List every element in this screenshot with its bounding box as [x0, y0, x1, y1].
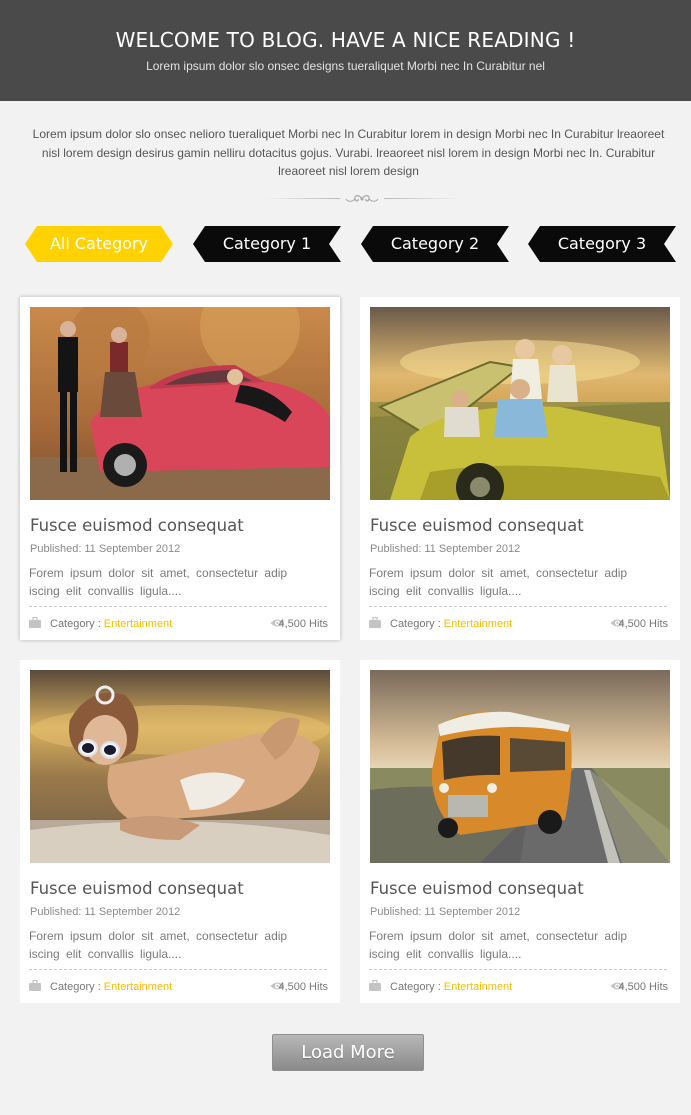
- post-title[interactable]: Fusce euismod consequat: [30, 516, 244, 535]
- excerpt-line: iscing elit convallis ligula....: [29, 947, 182, 961]
- load-more-button[interactable]: Load More: [272, 1034, 424, 1071]
- woman-sunglasses-photo: [30, 670, 330, 863]
- dashed-divider: [29, 606, 327, 607]
- convertible-friends-photo: [370, 307, 670, 500]
- category-label: Category :: [390, 618, 441, 630]
- post-category: Category : Entertainment: [50, 618, 172, 630]
- post-excerpt: Forem ipsum dolor sit amet, consectetur …: [369, 927, 651, 963]
- post-excerpt: Forem ipsum dolor sit amet, consectetur …: [369, 564, 651, 600]
- post-title[interactable]: Fusce euismod consequat: [370, 879, 584, 898]
- intro-line: lreaoreet nisl lorem design: [278, 164, 419, 178]
- post-title[interactable]: Fusce euismod consequat: [30, 879, 244, 898]
- post-hits: 4,500 Hits: [278, 618, 328, 630]
- intro-line: Lorem ipsum dolor slo onsec nelioro tuer…: [32, 127, 665, 141]
- divider-line-left: [264, 198, 340, 199]
- category-label: Category :: [50, 618, 101, 630]
- ornament-divider: [262, 192, 462, 206]
- excerpt-line: iscing elit convallis ligula....: [369, 584, 522, 598]
- excerpt-line: Forem ipsum dolor sit amet, consectetur …: [29, 566, 288, 580]
- post-card[interactable]: Fusce euismod consequat Published: 11 Sep…: [20, 297, 340, 640]
- post-excerpt: Forem ipsum dolor sit amet, consectetur …: [29, 927, 311, 963]
- published-date: 11 September 2012: [84, 543, 181, 555]
- post-image[interactable]: [30, 670, 330, 863]
- post-published: Published: 11 September 2012: [370, 543, 520, 555]
- intro-line: nisl lorem design desirus gamin nelliru …: [41, 145, 656, 160]
- category-tab-all[interactable]: All Category: [25, 226, 173, 262]
- post-category: Category : Entertainment: [390, 618, 512, 630]
- post-published: Published: 11 September 2012: [370, 906, 520, 918]
- published-date: 11 September 2012: [84, 906, 181, 918]
- excerpt-line: Forem ipsum dolor sit amet, consectetur …: [369, 566, 628, 580]
- briefcase-icon: [29, 980, 41, 991]
- category-tab-3[interactable]: Category 3: [528, 226, 676, 262]
- published-label: Published:: [30, 906, 82, 918]
- post-hits: 4,500 Hits: [618, 981, 668, 993]
- post-meta: Category : Entertainment 4,500 Hits: [369, 980, 668, 994]
- briefcase-icon: [29, 617, 41, 628]
- page-subtitle: Lorem ipsum dolor slo onsec designs tuer…: [146, 59, 545, 73]
- post-card[interactable]: Fusce euismod consequat Published: 11 Sep…: [20, 660, 340, 1003]
- post-hits: 4,500 Hits: [618, 618, 668, 630]
- excerpt-line: iscing elit convallis ligula....: [369, 947, 522, 961]
- vintage-car-photo: [30, 307, 330, 500]
- excerpt-line: Forem ipsum dolor sit amet, consectetur …: [29, 929, 288, 943]
- post-image[interactable]: [370, 307, 670, 500]
- bus-on-road-photo: [370, 670, 670, 863]
- dashed-divider: [369, 969, 667, 970]
- published-label: Published:: [30, 543, 82, 555]
- category-link[interactable]: Entertainment: [104, 981, 172, 993]
- post-image[interactable]: [370, 670, 670, 863]
- post-category: Category : Entertainment: [390, 981, 512, 993]
- published-label: Published:: [370, 543, 422, 555]
- excerpt-line: iscing elit convallis ligula....: [29, 584, 182, 598]
- post-card[interactable]: Fusce euismod consequat Published: 11 Sep…: [360, 297, 680, 640]
- flourish-icon: [345, 195, 379, 202]
- post-category: Category : Entertainment: [50, 981, 172, 993]
- post-image[interactable]: [30, 307, 330, 500]
- briefcase-icon: [369, 617, 381, 628]
- post-hits: 4,500 Hits: [278, 981, 328, 993]
- briefcase-icon: [369, 980, 381, 991]
- dashed-divider: [369, 606, 667, 607]
- category-tab-1[interactable]: Category 1: [193, 226, 341, 262]
- divider-line-right: [384, 198, 460, 199]
- category-link[interactable]: Entertainment: [444, 618, 512, 630]
- published-label: Published:: [370, 906, 422, 918]
- page-header: WELCOME TO BLOG. HAVE A NICE READING ! L…: [0, 0, 691, 101]
- dashed-divider: [29, 969, 327, 970]
- category-tab-2[interactable]: Category 2: [361, 226, 509, 262]
- post-published: Published: 11 September 2012: [30, 906, 180, 918]
- category-label: Category :: [50, 981, 101, 993]
- page-title: WELCOME TO BLOG. HAVE A NICE READING !: [115, 28, 576, 52]
- published-date: 11 September 2012: [424, 906, 521, 918]
- post-title[interactable]: Fusce euismod consequat: [370, 516, 584, 535]
- post-published: Published: 11 September 2012: [30, 543, 180, 555]
- excerpt-line: Forem ipsum dolor sit amet, consectetur …: [369, 929, 628, 943]
- post-meta: Category : Entertainment 4,500 Hits: [369, 617, 668, 631]
- category-link[interactable]: Entertainment: [104, 618, 172, 630]
- post-meta: Category : Entertainment 4,500 Hits: [29, 617, 328, 631]
- intro-text: Lorem ipsum dolor slo onsec nelioro tuer…: [10, 125, 687, 181]
- post-card[interactable]: Fusce euismod consequat Published: 11 Sep…: [360, 660, 680, 1003]
- post-meta: Category : Entertainment 4,500 Hits: [29, 980, 328, 994]
- published-date: 11 September 2012: [424, 543, 521, 555]
- post-excerpt: Forem ipsum dolor sit amet, consectetur …: [29, 564, 311, 600]
- category-label: Category :: [390, 981, 441, 993]
- category-link[interactable]: Entertainment: [444, 981, 512, 993]
